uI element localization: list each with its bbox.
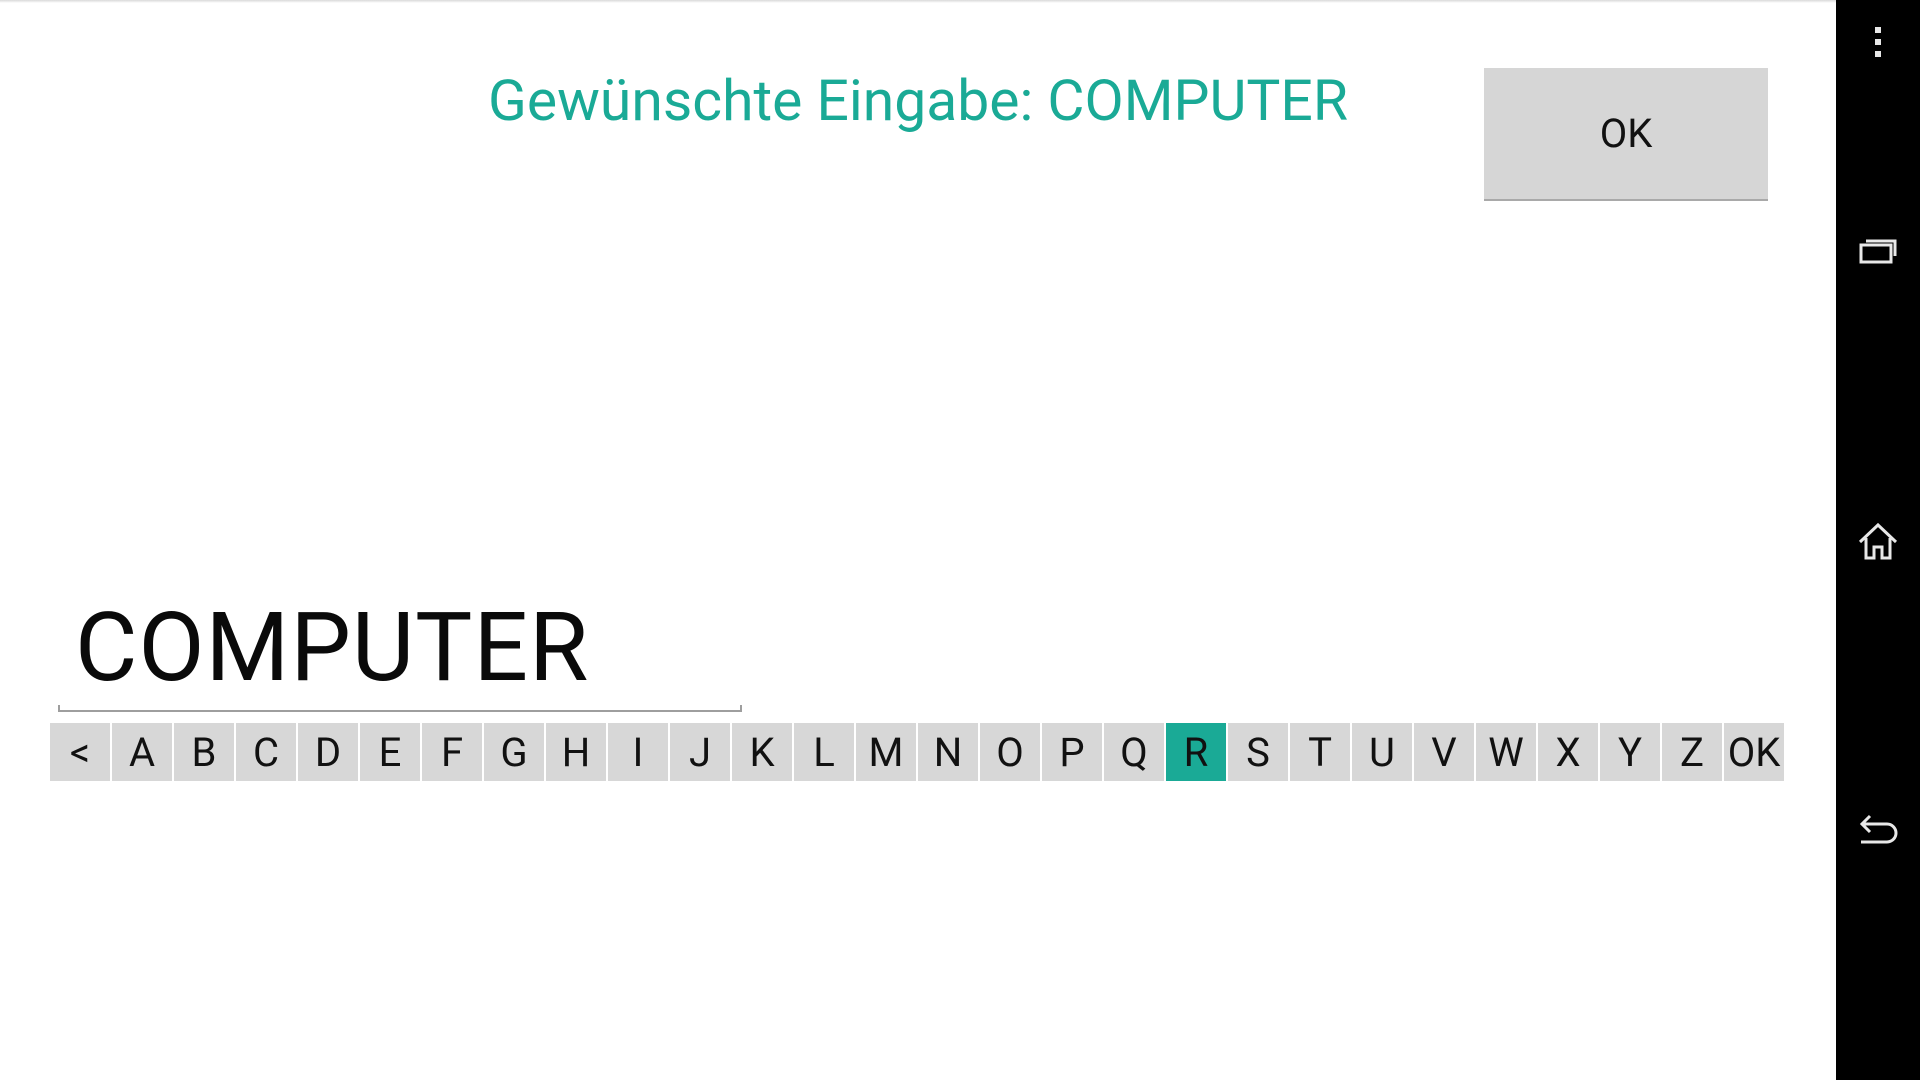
key-c[interactable]: C: [236, 723, 296, 781]
android-navigation-bar: [1836, 0, 1920, 1080]
key-z[interactable]: Z: [1662, 723, 1722, 781]
key-l[interactable]: L: [794, 723, 854, 781]
key-x[interactable]: X: [1538, 723, 1598, 781]
overflow-menu-icon[interactable]: [1836, 24, 1920, 60]
key-r[interactable]: R: [1166, 723, 1226, 781]
key-t[interactable]: T: [1290, 723, 1350, 781]
app-screen: Gewünschte Eingabe: COMPUTER OK COMPUTER…: [0, 0, 1920, 1080]
key-w[interactable]: W: [1476, 723, 1536, 781]
key-y[interactable]: Y: [1600, 723, 1660, 781]
letter-keyboard: < A B C D E F G H I J K L M N O P Q R S T U V W X Y Z OK: [50, 723, 1784, 781]
key-e[interactable]: E: [360, 723, 420, 781]
top-shadow: [0, 0, 1836, 3]
input-value: COMPUTER: [75, 592, 590, 704]
key-backspace[interactable]: <: [50, 723, 110, 781]
key-a[interactable]: A: [112, 723, 172, 781]
key-p[interactable]: P: [1042, 723, 1102, 781]
key-h[interactable]: H: [546, 723, 606, 781]
key-i[interactable]: I: [608, 723, 668, 781]
key-d[interactable]: D: [298, 723, 358, 781]
key-m[interactable]: M: [856, 723, 916, 781]
key-u[interactable]: U: [1352, 723, 1412, 781]
key-n[interactable]: N: [918, 723, 978, 781]
home-icon[interactable]: [1836, 518, 1920, 564]
key-q[interactable]: Q: [1104, 723, 1164, 781]
text-input-field[interactable]: COMPUTER: [58, 590, 742, 712]
input-underline: [58, 705, 742, 712]
key-v[interactable]: V: [1414, 723, 1474, 781]
key-f[interactable]: F: [422, 723, 482, 781]
key-s[interactable]: S: [1228, 723, 1288, 781]
key-j[interactable]: J: [670, 723, 730, 781]
ok-button[interactable]: OK: [1484, 68, 1768, 201]
key-b[interactable]: B: [174, 723, 234, 781]
key-o[interactable]: O: [980, 723, 1040, 781]
key-k[interactable]: K: [732, 723, 792, 781]
key-ok[interactable]: OK: [1724, 723, 1784, 781]
back-icon[interactable]: [1836, 810, 1920, 850]
recent-apps-icon[interactable]: [1836, 230, 1920, 270]
key-g[interactable]: G: [484, 723, 544, 781]
